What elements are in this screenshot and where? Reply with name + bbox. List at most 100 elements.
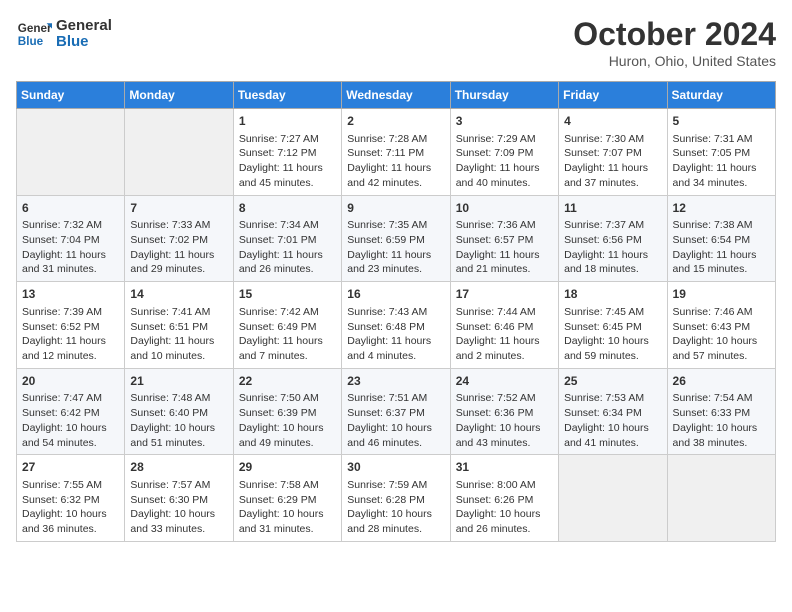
- day-number: 11: [564, 200, 661, 217]
- day-number: 20: [22, 373, 119, 390]
- day-number: 28: [130, 459, 227, 476]
- logo-text: General Blue: [56, 18, 112, 51]
- day-number: 3: [456, 113, 553, 130]
- calendar-cell: 25Sunrise: 7:53 AMSunset: 6:34 PMDayligh…: [559, 368, 667, 455]
- day-number: 30: [347, 459, 444, 476]
- day-info: Sunrise: 7:58 AMSunset: 6:29 PMDaylight:…: [239, 478, 336, 537]
- day-number: 16: [347, 286, 444, 303]
- day-info: Sunrise: 7:32 AMSunset: 7:04 PMDaylight:…: [22, 218, 119, 277]
- header-cell-monday: Monday: [125, 82, 233, 109]
- day-number: 25: [564, 373, 661, 390]
- week-row-1: 6Sunrise: 7:32 AMSunset: 7:04 PMDaylight…: [17, 195, 776, 282]
- day-info: Sunrise: 7:45 AMSunset: 6:45 PMDaylight:…: [564, 305, 661, 364]
- calendar-table: SundayMondayTuesdayWednesdayThursdayFrid…: [16, 81, 776, 542]
- calendar-cell: 30 Sunrise: 7:59 AMSunset: 6:28 PMDayligh…: [342, 455, 450, 542]
- day-number: 1: [239, 113, 336, 130]
- calendar-cell: [125, 109, 233, 196]
- day-info: Sunrise: 7:37 AMSunset: 6:56 PMDaylight:…: [564, 218, 661, 277]
- calendar-cell: 3 Sunrise: 7:29 AMSunset: 7:09 PMDaylight…: [450, 109, 558, 196]
- day-info: Sunrise: 7:30 AMSunset: 7:07 PMDaylight:…: [564, 132, 661, 191]
- day-number: 14: [130, 286, 227, 303]
- day-number: 19: [673, 286, 770, 303]
- header-cell-saturday: Saturday: [667, 82, 775, 109]
- header-cell-tuesday: Tuesday: [233, 82, 341, 109]
- calendar-cell: 24Sunrise: 7:52 AMSunset: 6:36 PMDayligh…: [450, 368, 558, 455]
- svg-text:Blue: Blue: [18, 35, 44, 48]
- day-info: Sunrise: 8:00 AMSunset: 6:26 PMDaylight:…: [456, 478, 553, 537]
- calendar-cell: 21Sunrise: 7:48 AMSunset: 6:40 PMDayligh…: [125, 368, 233, 455]
- day-number: 18: [564, 286, 661, 303]
- calendar-cell: 17 Sunrise: 7:44 AMSunset: 6:46 PMDayligh…: [450, 282, 558, 369]
- header-cell-wednesday: Wednesday: [342, 82, 450, 109]
- day-info: Sunrise: 7:41 AMSunset: 6:51 PMDaylight:…: [130, 305, 227, 364]
- day-info: Sunrise: 7:43 AMSunset: 6:48 PMDaylight:…: [347, 305, 444, 364]
- day-number: 5: [673, 113, 770, 130]
- logo: General Blue General Blue: [16, 16, 112, 52]
- day-info: Sunrise: 7:59 AMSunset: 6:28 PMDaylight:…: [347, 478, 444, 537]
- day-info: Sunrise: 7:34 AMSunset: 7:01 PMDaylight:…: [239, 218, 336, 277]
- calendar-cell: [559, 455, 667, 542]
- week-row-3: 20Sunrise: 7:47 AMSunset: 6:42 PMDayligh…: [17, 368, 776, 455]
- week-row-4: 27 Sunrise: 7:55 AMSunset: 6:32 PMDayligh…: [17, 455, 776, 542]
- day-number: 23: [347, 373, 444, 390]
- calendar-cell: 5 Sunrise: 7:31 AMSunset: 7:05 PMDaylight…: [667, 109, 775, 196]
- calendar-cell: 20Sunrise: 7:47 AMSunset: 6:42 PMDayligh…: [17, 368, 125, 455]
- calendar-cell: 15 Sunrise: 7:42 AMSunset: 6:49 PMDayligh…: [233, 282, 341, 369]
- header-cell-sunday: Sunday: [17, 82, 125, 109]
- day-number: 12: [673, 200, 770, 217]
- calendar-cell: 18 Sunrise: 7:45 AMSunset: 6:45 PMDayligh…: [559, 282, 667, 369]
- calendar-cell: 14 Sunrise: 7:41 AMSunset: 6:51 PMDayligh…: [125, 282, 233, 369]
- day-number: 29: [239, 459, 336, 476]
- day-info: Sunrise: 7:39 AMSunset: 6:52 PMDaylight:…: [22, 305, 119, 364]
- calendar-cell: 13 Sunrise: 7:39 AMSunset: 6:52 PMDayligh…: [17, 282, 125, 369]
- day-number: 10: [456, 200, 553, 217]
- calendar-cell: 31 Sunrise: 8:00 AMSunset: 6:26 PMDayligh…: [450, 455, 558, 542]
- title-block: October 2024 Huron, Ohio, United States: [573, 16, 776, 69]
- calendar-cell: 4 Sunrise: 7:30 AMSunset: 7:07 PMDaylight…: [559, 109, 667, 196]
- header-cell-thursday: Thursday: [450, 82, 558, 109]
- day-number: 31: [456, 459, 553, 476]
- day-number: 2: [347, 113, 444, 130]
- day-number: 13: [22, 286, 119, 303]
- day-info: Sunrise: 7:48 AMSunset: 6:40 PMDaylight:…: [130, 391, 227, 450]
- day-info: Sunrise: 7:27 AMSunset: 7:12 PMDaylight:…: [239, 132, 336, 191]
- day-number: 27: [22, 459, 119, 476]
- calendar-cell: 22Sunrise: 7:50 AMSunset: 6:39 PMDayligh…: [233, 368, 341, 455]
- day-info: Sunrise: 7:44 AMSunset: 6:46 PMDaylight:…: [456, 305, 553, 364]
- week-row-2: 13 Sunrise: 7:39 AMSunset: 6:52 PMDayligh…: [17, 282, 776, 369]
- day-info: Sunrise: 7:28 AMSunset: 7:11 PMDaylight:…: [347, 132, 444, 191]
- location: Huron, Ohio, United States: [573, 53, 776, 69]
- day-info: Sunrise: 7:42 AMSunset: 6:49 PMDaylight:…: [239, 305, 336, 364]
- day-info: Sunrise: 7:50 AMSunset: 6:39 PMDaylight:…: [239, 391, 336, 450]
- calendar-cell: 11Sunrise: 7:37 AMSunset: 6:56 PMDayligh…: [559, 195, 667, 282]
- day-info: Sunrise: 7:47 AMSunset: 6:42 PMDaylight:…: [22, 391, 119, 450]
- day-number: 8: [239, 200, 336, 217]
- month-title: October 2024: [573, 16, 776, 53]
- calendar-cell: 7Sunrise: 7:33 AMSunset: 7:02 PMDaylight…: [125, 195, 233, 282]
- day-info: Sunrise: 7:54 AMSunset: 6:33 PMDaylight:…: [673, 391, 770, 450]
- day-number: 15: [239, 286, 336, 303]
- day-info: Sunrise: 7:52 AMSunset: 6:36 PMDaylight:…: [456, 391, 553, 450]
- calendar-cell: 29 Sunrise: 7:58 AMSunset: 6:29 PMDayligh…: [233, 455, 341, 542]
- day-number: 4: [564, 113, 661, 130]
- day-info: Sunrise: 7:36 AMSunset: 6:57 PMDaylight:…: [456, 218, 553, 277]
- calendar-cell: [667, 455, 775, 542]
- svg-text:General: General: [18, 22, 52, 35]
- calendar-cell: 28Sunrise: 7:57 AMSunset: 6:30 PMDayligh…: [125, 455, 233, 542]
- day-number: 7: [130, 200, 227, 217]
- day-info: Sunrise: 7:55 AMSunset: 6:32 PMDaylight:…: [22, 478, 119, 537]
- page-header: General Blue General Blue October 2024 H…: [16, 16, 776, 69]
- day-number: 22: [239, 373, 336, 390]
- day-info: Sunrise: 7:29 AMSunset: 7:09 PMDaylight:…: [456, 132, 553, 191]
- day-number: 17: [456, 286, 553, 303]
- calendar-cell: 27 Sunrise: 7:55 AMSunset: 6:32 PMDayligh…: [17, 455, 125, 542]
- day-info: Sunrise: 7:53 AMSunset: 6:34 PMDaylight:…: [564, 391, 661, 450]
- calendar-cell: 6Sunrise: 7:32 AMSunset: 7:04 PMDaylight…: [17, 195, 125, 282]
- day-info: Sunrise: 7:31 AMSunset: 7:05 PMDaylight:…: [673, 132, 770, 191]
- calendar-cell: 23Sunrise: 7:51 AMSunset: 6:37 PMDayligh…: [342, 368, 450, 455]
- day-number: 9: [347, 200, 444, 217]
- calendar-body: 1 Sunrise: 7:27 AMSunset: 7:12 PMDaylight…: [17, 109, 776, 542]
- logo-icon: General Blue: [16, 16, 52, 52]
- calendar-cell: 16 Sunrise: 7:43 AMSunset: 6:48 PMDayligh…: [342, 282, 450, 369]
- day-number: 21: [130, 373, 227, 390]
